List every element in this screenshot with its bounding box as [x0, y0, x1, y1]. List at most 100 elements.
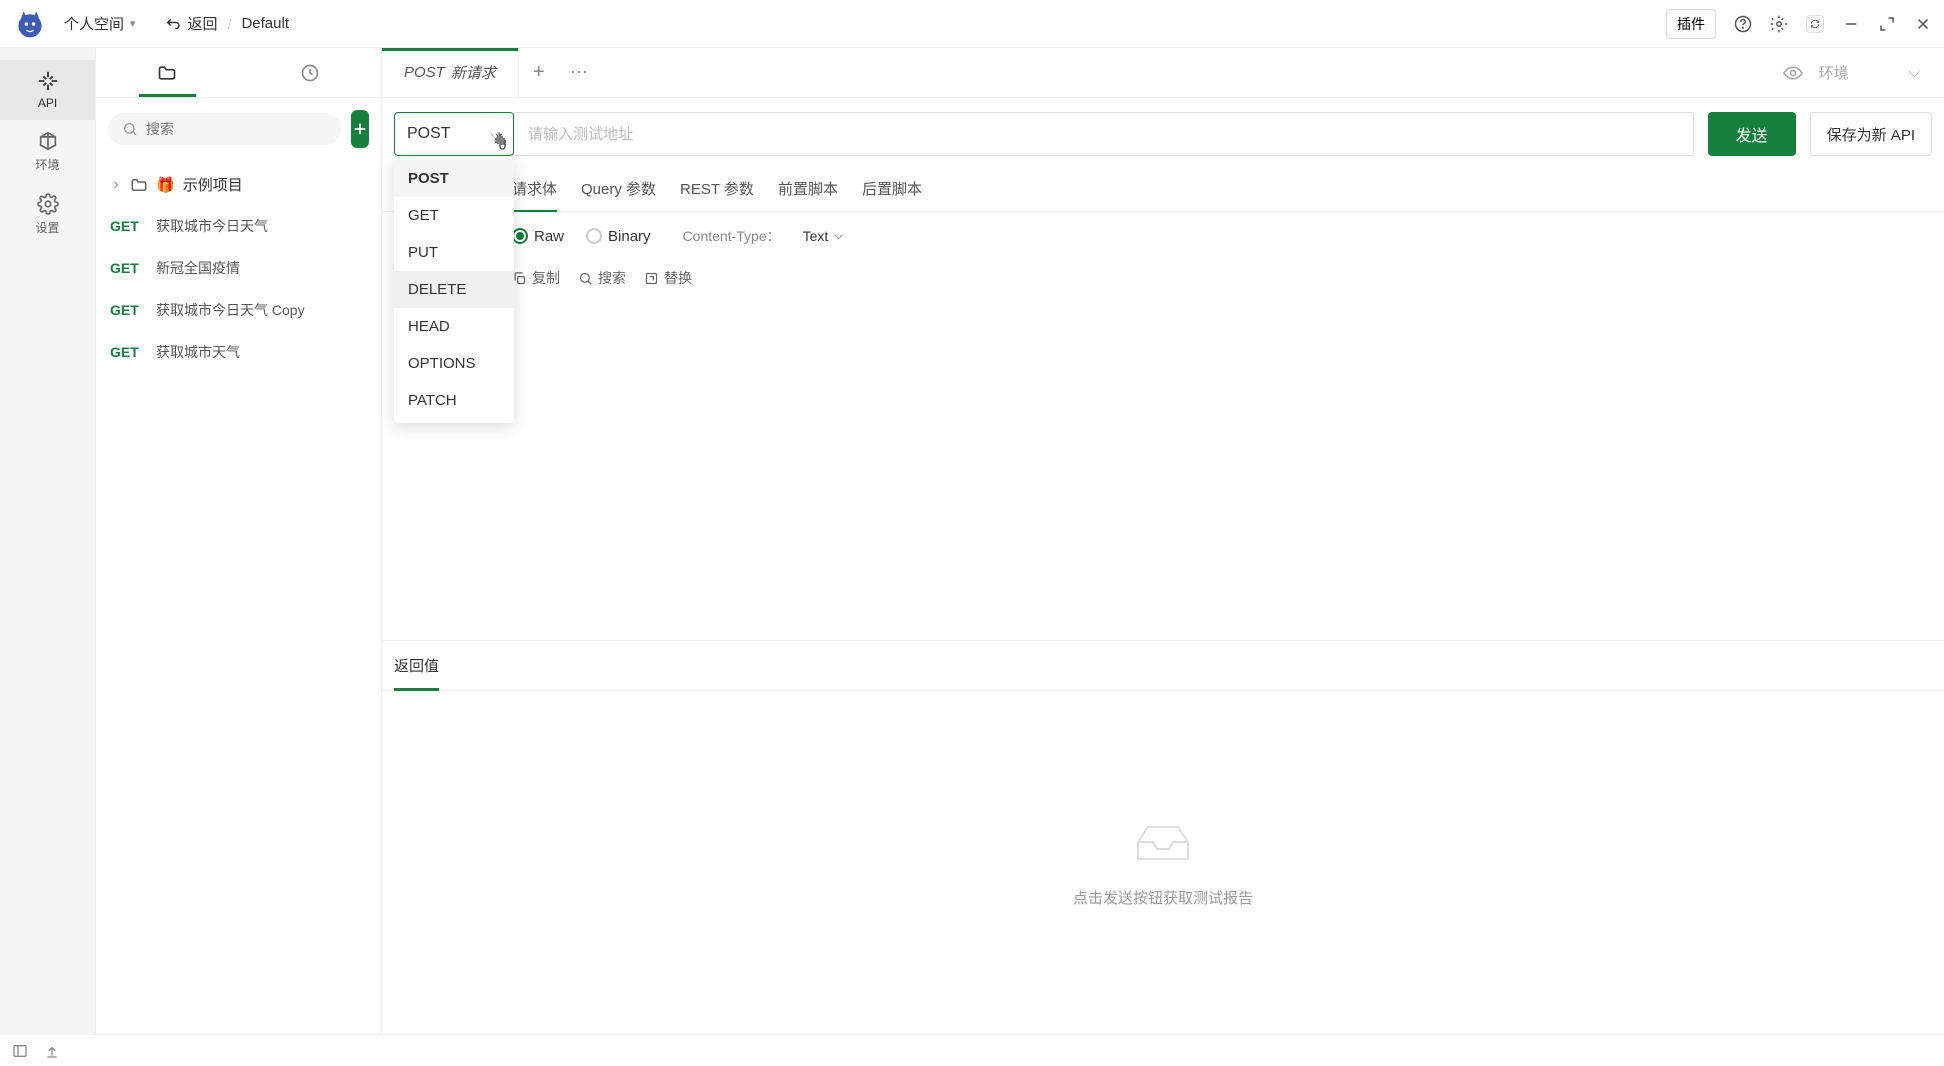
tab-method: POST [404, 64, 445, 81]
folder-icon [157, 63, 177, 83]
panel-left-icon[interactable] [12, 1043, 28, 1059]
request-subtabs: 请求体 Query 参数 REST 参数 前置脚本 后置脚本 [382, 166, 1944, 212]
topbar: 个人空间 ▾ 返回 / Default 插件 [0, 0, 1944, 48]
eye-icon[interactable] [1783, 63, 1803, 83]
radio-checked-icon [512, 228, 528, 244]
search-button[interactable]: 搜索 [578, 268, 626, 288]
saveas-button[interactable]: 保存为新 API [1810, 112, 1932, 156]
inbox-icon [1133, 817, 1193, 867]
replace-label: 替换 [664, 268, 692, 288]
method-select[interactable]: POST ⌵ [394, 112, 514, 156]
method-option-delete[interactable]: DELETE [394, 271, 514, 308]
chevron-right-icon [110, 179, 122, 191]
body-raw-label: Raw [534, 228, 564, 245]
url-input[interactable] [514, 112, 1694, 156]
radio-icon [586, 228, 602, 244]
tree-method: GET [110, 218, 146, 234]
tree-name: 获取城市天气 [156, 342, 240, 362]
method-option-get[interactable]: GET [394, 197, 514, 234]
method-select-label: POST [407, 125, 451, 143]
add-tab-button[interactable]: + [519, 61, 559, 84]
tree-name: 获取城市今日天气 Copy [156, 300, 305, 320]
tabs-row: POST 新请求 + ⋯ 环境 ⌵ [382, 48, 1944, 98]
rail-api[interactable]: API [0, 60, 95, 120]
content-type-select[interactable]: Text ⌵ [803, 228, 843, 244]
response-empty-text: 点击发送按钮获取测试报告 [1073, 887, 1253, 908]
workspace-name: 个人空间 [64, 13, 124, 34]
history-icon [300, 63, 320, 83]
rail-settings[interactable]: 设置 [0, 183, 95, 246]
tab-name: 新请求 [451, 62, 496, 83]
method-option-options[interactable]: OPTIONS [394, 345, 514, 382]
response-tabs: 返回值 [382, 640, 1944, 691]
copy-label: 复制 [532, 268, 560, 288]
response-tab[interactable]: 返回值 [394, 641, 439, 690]
method-option-put[interactable]: PUT [394, 234, 514, 271]
breadcrumb-item[interactable]: Default [241, 15, 289, 32]
gift-icon: 🎁 [156, 176, 175, 194]
search-icon [578, 271, 593, 286]
sidebar-tab-folder[interactable] [96, 48, 239, 97]
method-option-head[interactable]: HEAD [394, 308, 514, 345]
workspace-selector[interactable]: 个人空间 ▾ [64, 13, 136, 34]
app-logo [12, 6, 48, 42]
rail-api-label: API [38, 96, 57, 110]
body-editor[interactable] [382, 296, 1944, 640]
upload-icon[interactable] [44, 1043, 60, 1059]
replace-button[interactable]: 替换 [644, 268, 692, 288]
search-box[interactable] [108, 113, 341, 145]
help-icon[interactable] [1734, 15, 1752, 33]
tree-item[interactable]: GET 获取城市今日天气 Copy [96, 289, 381, 331]
left-rail: API 环境 设置 [0, 48, 96, 1034]
api-tree: 🎁 示例项目 GET 获取城市今日天气 GET 新冠全国疫情 GET 获取城市今… [96, 160, 381, 1034]
body-binary-label: Binary [608, 228, 651, 245]
folder-name: 示例项目 [183, 174, 243, 195]
breadcrumb-separator: / [228, 16, 232, 32]
add-button[interactable] [351, 110, 369, 148]
body-binary-radio[interactable]: Binary [586, 228, 651, 245]
tree-method: GET [110, 260, 146, 276]
copy-button[interactable]: 复制 [512, 268, 560, 288]
req-tab-query[interactable]: Query 参数 [581, 166, 656, 211]
minimize-icon[interactable] [1842, 15, 1860, 33]
env-select[interactable]: 环境 ⌵ [1819, 62, 1920, 83]
main-panel: POST 新请求 + ⋯ 环境 ⌵ POST ⌵ [382, 48, 1944, 1034]
back-button[interactable]: 返回 [164, 13, 218, 34]
tree-folder[interactable]: 🎁 示例项目 [96, 164, 381, 205]
body-options: Raw Binary Content-Type： Text ⌵ [382, 212, 1944, 260]
statusbar [0, 1034, 1944, 1066]
req-tab-body[interactable]: 请求体 [512, 166, 557, 211]
rail-env-label: 环境 [35, 156, 59, 173]
refresh-icon[interactable] [1806, 15, 1824, 33]
request-tab[interactable]: POST 新请求 [382, 48, 519, 97]
body-toolbar: 复制 搜索 替换 [382, 260, 1944, 296]
maximize-icon[interactable] [1878, 15, 1896, 33]
tab-more-button[interactable]: ⋯ [559, 62, 599, 83]
response-empty: 点击发送按钮获取测试报告 [382, 691, 1944, 1035]
url-row: POST ⌵ 发送 保存为新 API POST GET PUT DELETE H… [382, 98, 1944, 170]
search-label: 搜索 [598, 268, 626, 288]
body-raw-radio[interactable]: Raw [512, 228, 564, 245]
tree-item[interactable]: GET 获取城市今日天气 [96, 205, 381, 247]
tree-item[interactable]: GET 获取城市天气 [96, 331, 381, 373]
sidebar-tab-history[interactable] [239, 48, 382, 97]
search-input[interactable] [146, 121, 327, 137]
close-icon[interactable] [1914, 15, 1932, 33]
method-option-patch[interactable]: PATCH [394, 382, 514, 419]
copy-icon [512, 271, 527, 286]
settings-icon[interactable] [1770, 15, 1788, 33]
tree-method: GET [110, 302, 146, 318]
tree-item[interactable]: GET 新冠全国疫情 [96, 247, 381, 289]
method-dropdown: POST GET PUT DELETE HEAD OPTIONS PATCH [394, 156, 514, 423]
plugin-button[interactable]: 插件 [1666, 9, 1716, 39]
req-tab-prescript[interactable]: 前置脚本 [778, 166, 838, 211]
content-type-label: Content-Type： [683, 226, 781, 246]
req-tab-rest[interactable]: REST 参数 [680, 166, 754, 211]
search-icon [122, 121, 138, 137]
back-label: 返回 [188, 13, 218, 34]
rail-env[interactable]: 环境 [0, 120, 95, 183]
req-tab-postscript[interactable]: 后置脚本 [862, 166, 922, 211]
tree-method: GET [110, 344, 146, 360]
method-option-post[interactable]: POST [394, 160, 514, 197]
send-button[interactable]: 发送 [1708, 112, 1796, 156]
